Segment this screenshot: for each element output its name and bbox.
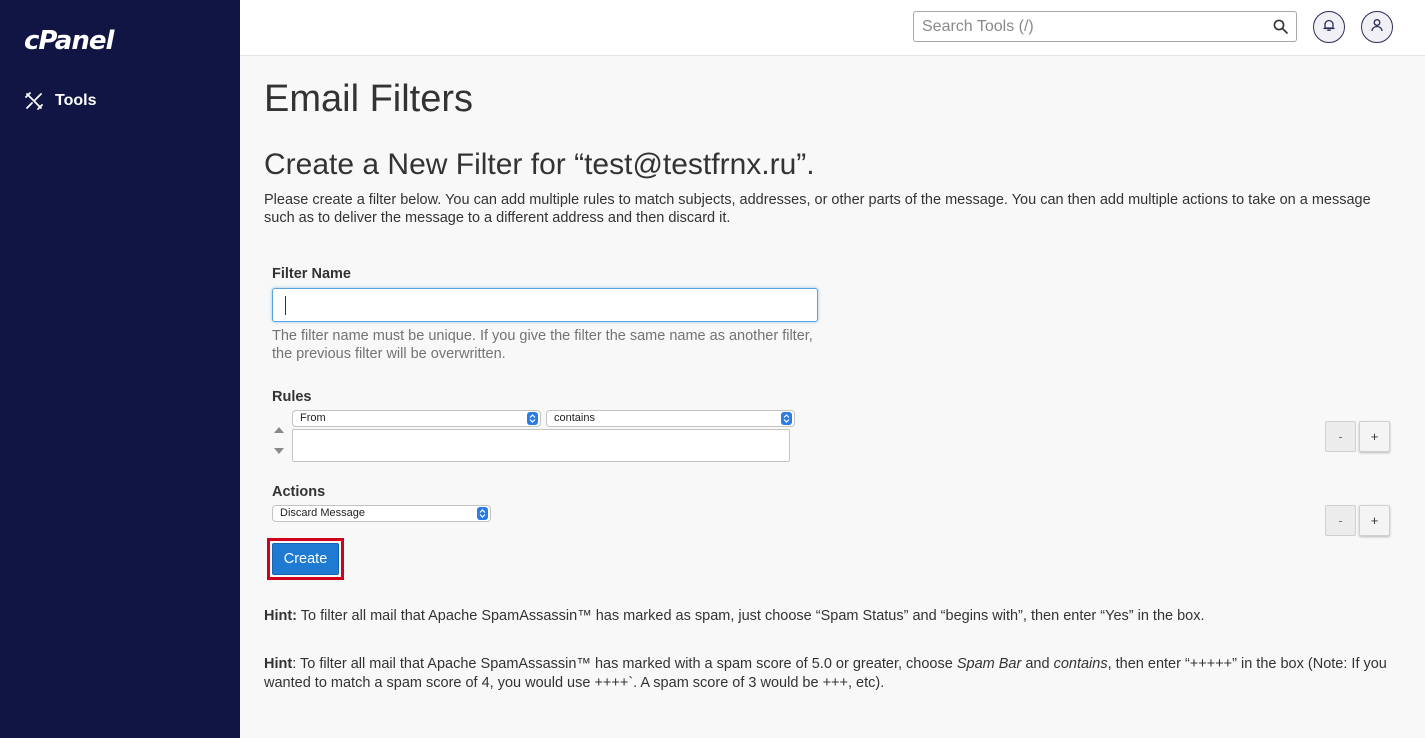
add-action-button[interactable]: +: [1359, 505, 1390, 536]
hint-emphasis: Spam Bar: [956, 656, 1022, 672]
create-button-highlight: Create: [267, 538, 344, 580]
rule-operator-select[interactable]: contains: [546, 410, 795, 427]
hint-emphasis: contains: [1053, 656, 1108, 672]
remove-action-button[interactable]: -: [1325, 505, 1356, 536]
move-down-icon[interactable]: [274, 442, 284, 460]
rules-label: Rules: [272, 389, 312, 405]
sidebar-item-tools[interactable]: Tools: [24, 91, 96, 111]
notifications-button[interactable]: [1313, 11, 1345, 43]
select-arrows-icon: [527, 412, 538, 425]
remove-rule-button[interactable]: -: [1325, 421, 1356, 452]
action-select[interactable]: Discard Message: [272, 505, 491, 522]
tools-icon: [24, 91, 44, 111]
select-arrows-icon: [477, 507, 488, 520]
create-button[interactable]: Create: [272, 543, 339, 575]
user-menu-button[interactable]: [1361, 11, 1393, 43]
hint-text: : To filter all mail that Apache SpamAss…: [292, 656, 957, 672]
bell-icon: [1322, 18, 1336, 37]
add-rule-button[interactable]: +: [1359, 421, 1390, 452]
text-cursor: [285, 296, 286, 315]
topbar: [240, 0, 1425, 56]
select-arrows-icon: [781, 412, 792, 425]
action-value: Discard Message: [280, 507, 365, 519]
search-icon[interactable]: [1273, 19, 1288, 39]
move-up-icon[interactable]: [274, 420, 284, 438]
sidebar: cPanel Tools: [0, 0, 240, 738]
hint-text: To filter all mail that Apache SpamAssas…: [297, 608, 1205, 624]
hint-spam-status: Hint: To filter all mail that Apache Spa…: [264, 607, 1399, 626]
search-input[interactable]: [914, 12, 1264, 41]
filter-name-label: Filter Name: [272, 266, 351, 282]
user-icon: [1370, 18, 1384, 37]
intro-text: Please create a filter below. You can ad…: [264, 192, 1371, 226]
rule-field-value: From: [300, 412, 326, 424]
rule-operator-value: contains: [554, 412, 595, 424]
cpanel-logo[interactable]: cPanel: [24, 26, 114, 56]
filter-name-input[interactable]: [272, 288, 818, 322]
filter-name-help: The filter name must be unique. If you g…: [272, 328, 813, 362]
hint-label: Hint:: [264, 608, 298, 624]
section-title: Create a New Filter for “test@testfrnx.r…: [264, 148, 815, 181]
hint-text: and: [1021, 656, 1054, 672]
hint-label: Hint: [264, 656, 293, 672]
rule-field-select[interactable]: From: [292, 410, 541, 427]
hint-spam-bar: Hint: To filter all mail that Apache Spa…: [264, 655, 1399, 693]
page-title: Email Filters: [264, 78, 474, 120]
rule-value-input[interactable]: [292, 429, 790, 462]
sidebar-item-label: Tools: [55, 92, 97, 109]
actions-label: Actions: [272, 484, 326, 500]
search-box: [913, 11, 1297, 42]
